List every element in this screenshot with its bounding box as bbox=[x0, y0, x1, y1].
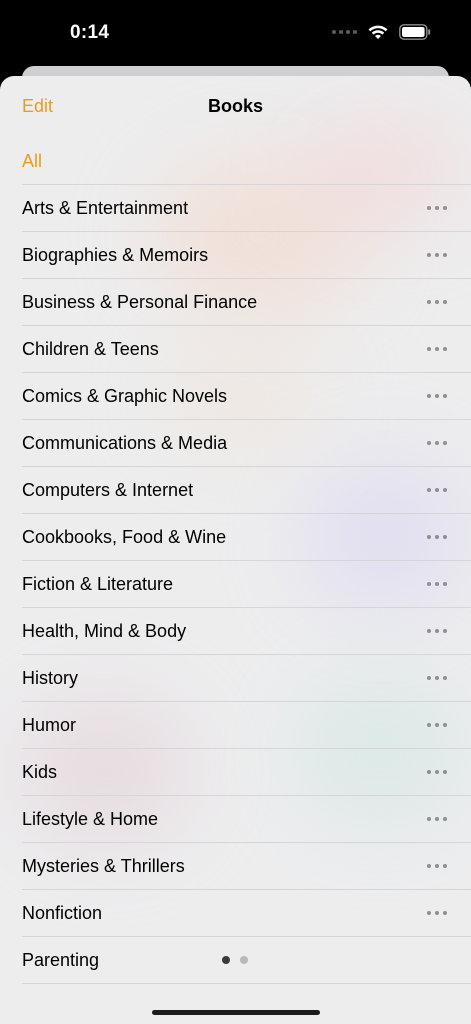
category-label: Kids bbox=[22, 761, 58, 782]
category-label: Lifestyle & Home bbox=[22, 808, 159, 829]
screen: 0:14 Edit Books All Arts & Entertainment… bbox=[0, 0, 471, 1024]
category-list: All Arts & Entertainment Biographies & Mem… bbox=[0, 138, 471, 984]
category-row[interactable]: Cookbooks, Food & Wine bbox=[22, 514, 471, 561]
page-title: Books bbox=[207, 96, 263, 116]
more-icon[interactable] bbox=[427, 817, 447, 821]
category-label: Business & Personal Finance bbox=[22, 291, 258, 312]
more-icon[interactable] bbox=[427, 770, 447, 774]
category-row[interactable]: Biographies & Memoirs bbox=[22, 232, 471, 279]
more-icon[interactable] bbox=[427, 629, 447, 633]
more-icon[interactable] bbox=[427, 676, 447, 680]
category-row[interactable]: Mysteries & Thrillers bbox=[22, 843, 471, 890]
category-label: Cookbooks, Food & Wine bbox=[22, 526, 227, 547]
more-icon[interactable] bbox=[427, 535, 447, 539]
more-icon[interactable] bbox=[427, 441, 447, 445]
more-icon[interactable] bbox=[427, 582, 447, 586]
category-label: Mysteries & Thrillers bbox=[22, 855, 185, 876]
more-icon[interactable] bbox=[427, 723, 447, 727]
category-label: All bbox=[22, 150, 43, 171]
status-icons bbox=[332, 24, 431, 40]
category-row[interactable]: Arts & Entertainment bbox=[22, 185, 471, 232]
page-indicator[interactable] bbox=[222, 956, 248, 964]
category-row[interactable]: Lifestyle & Home bbox=[22, 796, 471, 843]
nav-bar: Edit Books bbox=[0, 76, 471, 138]
category-label: History bbox=[22, 667, 79, 688]
more-icon[interactable] bbox=[427, 300, 447, 304]
category-row[interactable]: Humor bbox=[22, 702, 471, 749]
status-bar: 0:14 bbox=[0, 0, 471, 66]
category-row[interactable]: Business & Personal Finance bbox=[22, 279, 471, 326]
category-label: Computers & Internet bbox=[22, 479, 194, 500]
category-label: Arts & Entertainment bbox=[22, 197, 189, 218]
page-dot-active[interactable] bbox=[222, 956, 230, 964]
category-row[interactable]: Comics & Graphic Novels bbox=[22, 373, 471, 420]
category-label: Nonfiction bbox=[22, 902, 103, 923]
page-dot[interactable] bbox=[240, 956, 248, 964]
wifi-icon bbox=[367, 24, 389, 40]
more-icon[interactable] bbox=[427, 347, 447, 351]
battery-icon bbox=[399, 24, 431, 40]
more-icon[interactable] bbox=[427, 864, 447, 868]
more-icon[interactable] bbox=[427, 206, 447, 210]
category-label: Health, Mind & Body bbox=[22, 620, 187, 641]
category-row[interactable]: Nonfiction bbox=[22, 890, 471, 937]
books-category-sheet: Edit Books All Arts & Entertainment Biogra… bbox=[0, 76, 471, 1024]
category-label: Children & Teens bbox=[22, 338, 159, 359]
more-icon[interactable] bbox=[427, 394, 447, 398]
more-icon[interactable] bbox=[427, 253, 447, 257]
category-row[interactable]: Kids bbox=[22, 749, 471, 796]
category-label: Communications & Media bbox=[22, 432, 228, 453]
more-icon[interactable] bbox=[427, 488, 447, 492]
category-row[interactable]: History bbox=[22, 655, 471, 702]
category-label: Comics & Graphic Novels bbox=[22, 385, 228, 406]
status-time: 0:14 bbox=[70, 22, 110, 43]
category-row[interactable]: Communications & Media bbox=[22, 420, 471, 467]
category-row[interactable]: Computers & Internet bbox=[22, 467, 471, 514]
category-label: Humor bbox=[22, 714, 77, 735]
category-row[interactable]: Fiction & Literature bbox=[22, 561, 471, 608]
category-label: Fiction & Literature bbox=[22, 573, 174, 594]
more-icon[interactable] bbox=[427, 911, 447, 915]
cellular-signal-icon bbox=[332, 30, 357, 34]
home-indicator[interactable] bbox=[152, 1010, 320, 1015]
category-label: Biographies & Memoirs bbox=[22, 244, 209, 265]
category-row[interactable]: Children & Teens bbox=[22, 326, 471, 373]
category-row[interactable]: Health, Mind & Body bbox=[22, 608, 471, 655]
category-row-all[interactable]: All bbox=[22, 138, 471, 185]
